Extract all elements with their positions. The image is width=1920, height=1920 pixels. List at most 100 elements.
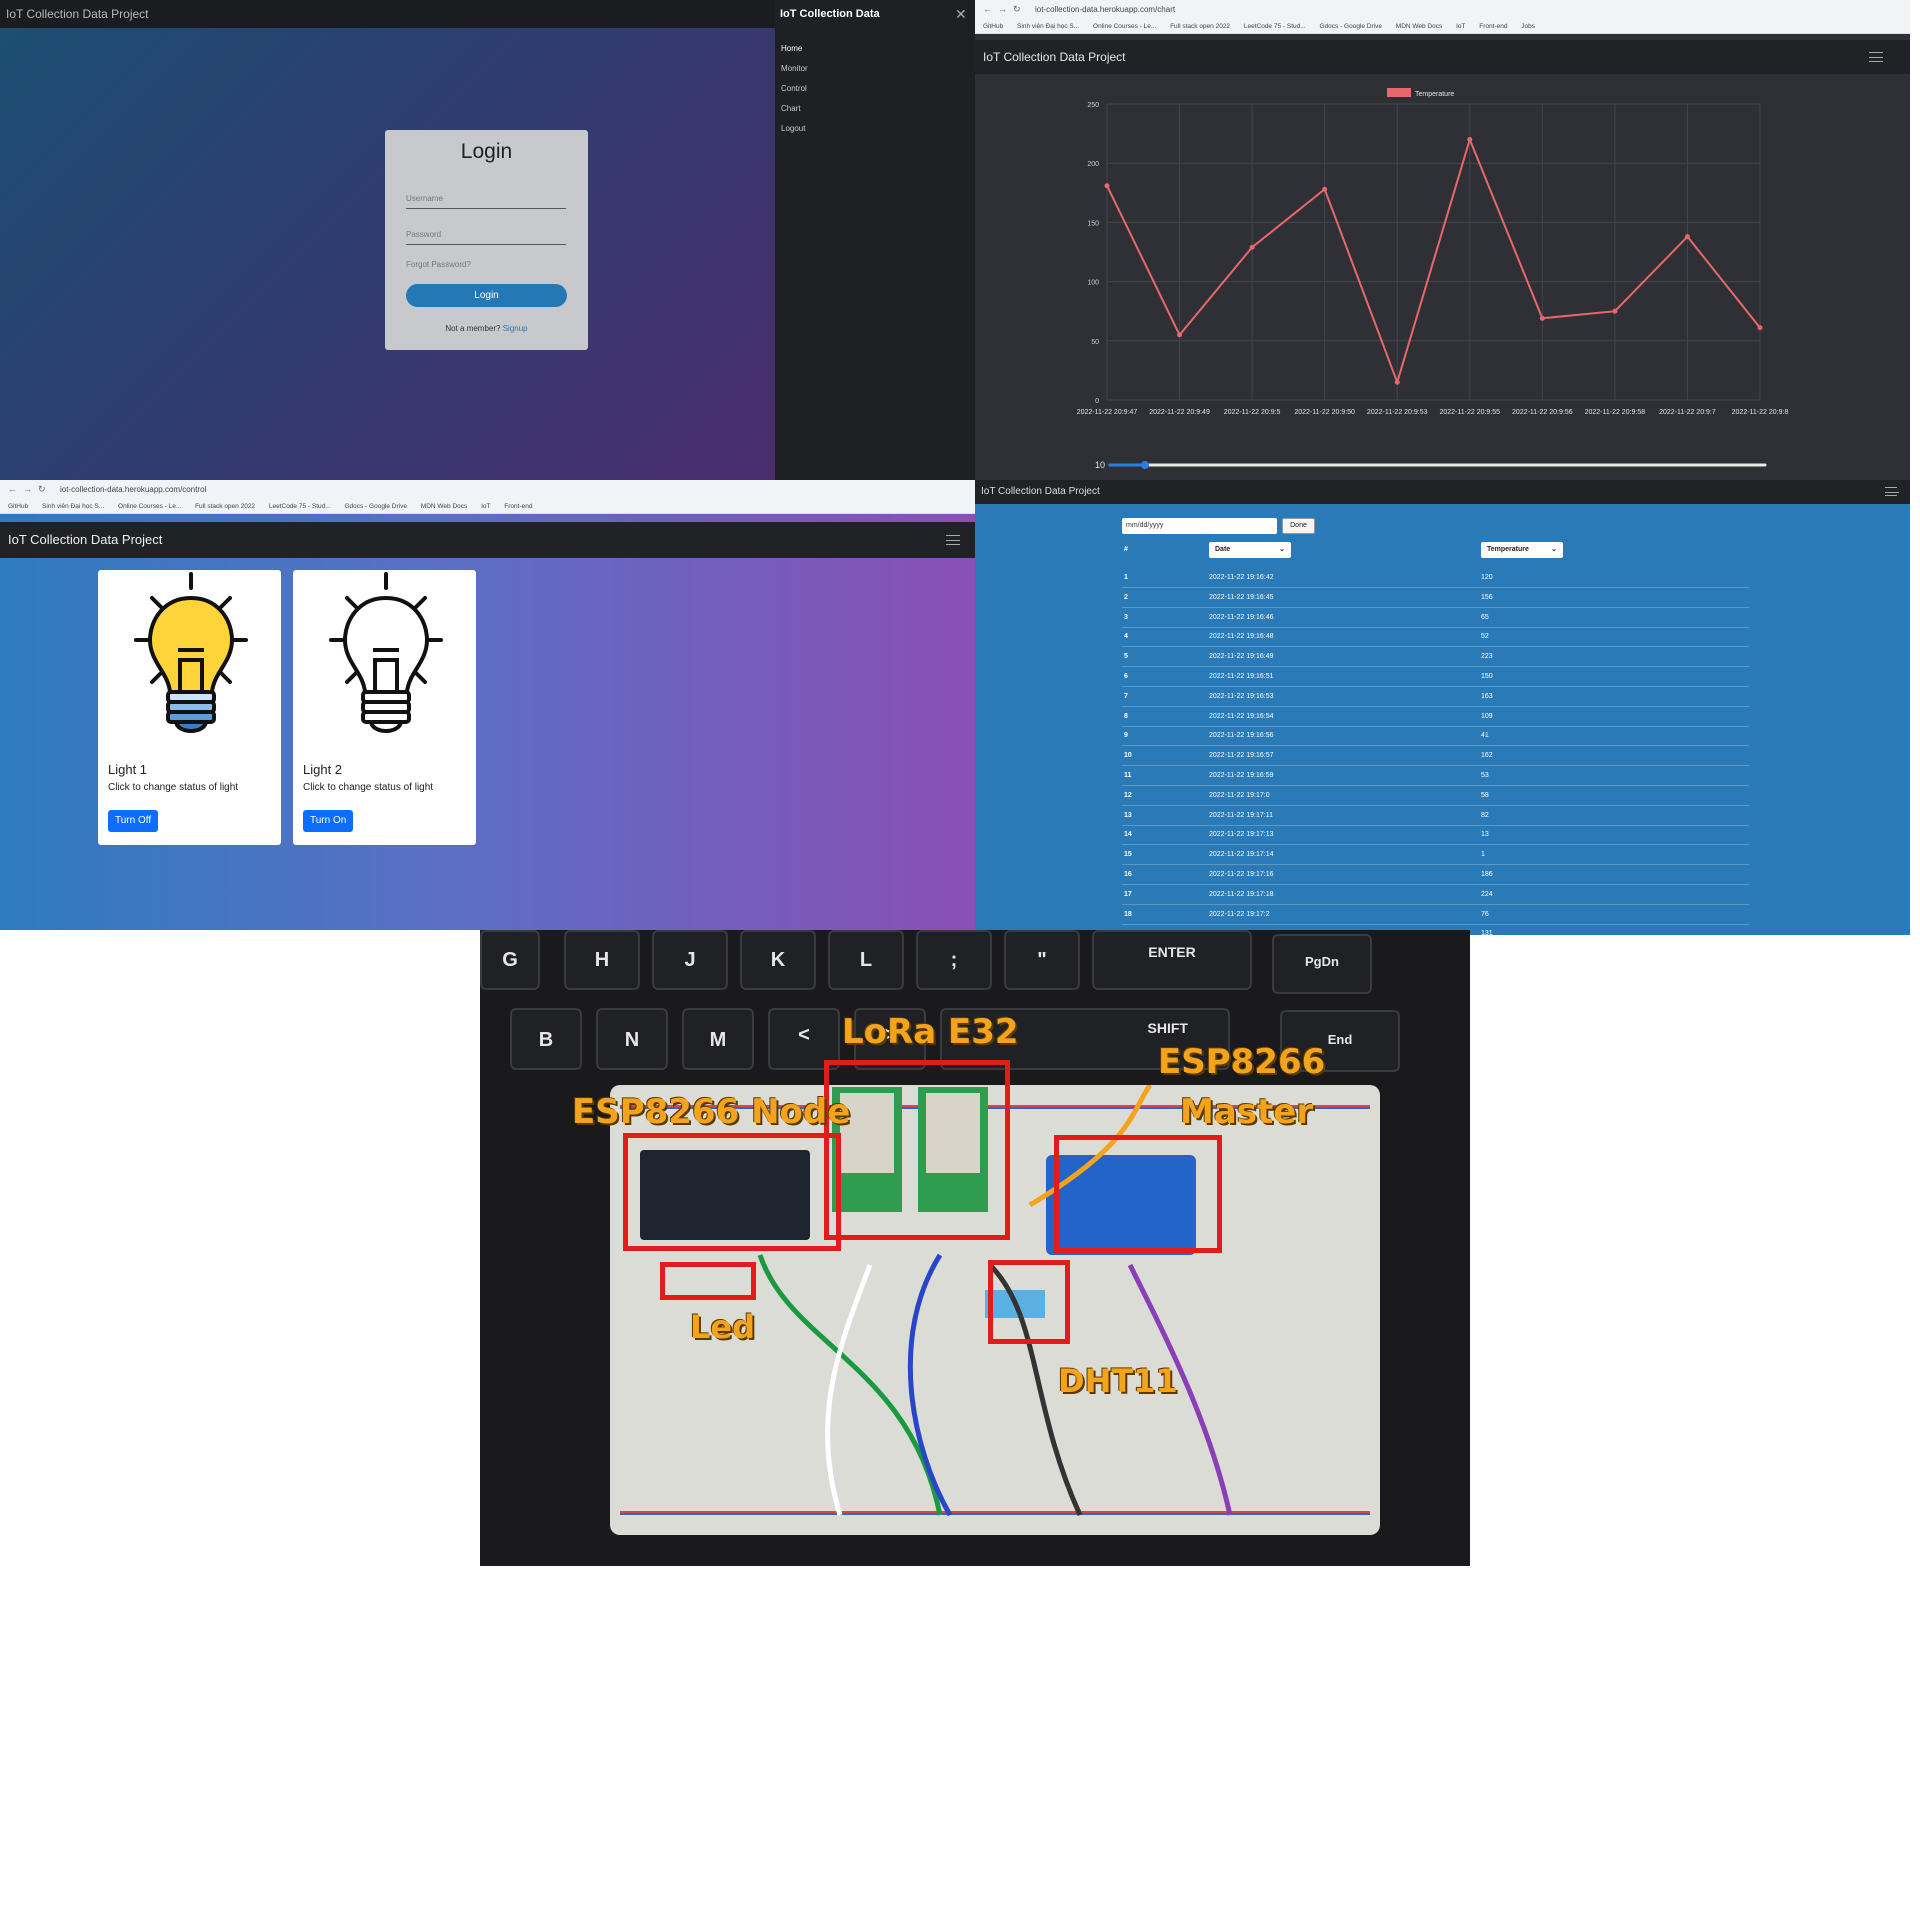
browser-toolbar: ←→↻ iot-collection-data.herokuapp.com/co…	[0, 480, 975, 500]
app-title: IoT Collection Data Project	[981, 486, 1100, 497]
menu-icon[interactable]	[946, 535, 960, 545]
row-temperature: 163	[1481, 692, 1493, 700]
row-index: 18	[1124, 910, 1132, 918]
table-row: 11 2022-11-22 19:16:59 53	[1122, 766, 1749, 786]
app-title: IoT Collection Data Project	[983, 50, 1126, 64]
bookmark-item[interactable]: Jobs	[1521, 23, 1535, 30]
bookmark-item[interactable]: MDN Web Docs	[1396, 23, 1442, 30]
bookmark-item[interactable]: Online Courses - Le...	[1093, 23, 1156, 30]
row-index: 10	[1124, 752, 1132, 760]
bookmark-item[interactable]: LeetCode 75 - Stud...	[269, 503, 331, 510]
bookmark-item[interactable]: Full stack open 2022	[195, 503, 255, 510]
date-input[interactable]: mm/dd/yyyy	[1122, 518, 1277, 534]
row-temperature: 131	[1481, 930, 1493, 935]
row-temperature: 41	[1481, 732, 1489, 740]
row-date: 2022-11-22 19:17:18	[1209, 890, 1274, 898]
bookmark-item[interactable]: Sinh viên Đại học S...	[42, 503, 104, 510]
esp8266-node-highlight	[623, 1133, 841, 1251]
row-temperature: 76	[1481, 910, 1489, 918]
menu-icon[interactable]	[1869, 52, 1883, 62]
keyboard-key: L	[828, 930, 904, 990]
light-1-description: Click to change status of light	[108, 782, 239, 793]
keyboard-key: N	[596, 1008, 668, 1070]
bookmark-item[interactable]: Sinh viên Đại học S...	[1017, 23, 1079, 30]
username-input[interactable]: Username	[406, 194, 566, 209]
address-bar[interactable]: iot-collection-data.herokuapp.com/contro…	[60, 483, 975, 497]
temperature-sort-select[interactable]: Temperature ⌄	[1481, 542, 1563, 558]
menu-icon[interactable]	[1885, 487, 1899, 496]
drawer-item-control[interactable]: Control	[781, 84, 807, 93]
bookmark-item[interactable]: Gdocs - Google Drive	[344, 503, 407, 510]
bookmark-item[interactable]: IoT	[481, 503, 490, 510]
browser-nav-icons[interactable]: ←→↻	[8, 484, 52, 495]
turn-off-button[interactable]: Turn Off	[108, 810, 159, 832]
y-tick-label: 0	[1095, 398, 1099, 405]
close-icon[interactable]: ✕	[955, 6, 967, 23]
table-row: 10 2022-11-22 19:16:57 162	[1122, 746, 1749, 767]
y-tick-label: 150	[1087, 220, 1099, 227]
bookmark-item[interactable]: Full stack open 2022	[1170, 23, 1230, 30]
led-highlight	[660, 1262, 756, 1300]
bookmark-item[interactable]: GitHub	[983, 23, 1003, 30]
row-temperature: 1	[1481, 851, 1485, 859]
row-date: 2022-11-22 19:17:14	[1209, 851, 1274, 859]
esp-master-label-1: ESP8266	[1158, 1042, 1326, 1082]
row-index: 12	[1124, 791, 1132, 799]
row-temperature: 58	[1481, 791, 1489, 799]
date-sort-select[interactable]: Date ⌄	[1209, 542, 1291, 558]
login-button[interactable]: Login	[406, 284, 567, 307]
password-input[interactable]: Password	[406, 230, 566, 245]
row-index: 9	[1124, 732, 1128, 740]
done-button[interactable]: Done	[1282, 518, 1315, 534]
app-header: IoT Collection Data Project	[975, 40, 1910, 74]
bookmark-item[interactable]: LeetCode 75 - Stud...	[1244, 23, 1306, 30]
row-temperature: 13	[1481, 831, 1489, 839]
bookmark-item[interactable]: IoT	[1456, 23, 1465, 30]
table-row: 12 2022-11-22 19:17:0 58	[1122, 786, 1749, 806]
drawer-item-monitor[interactable]: Monitor	[781, 64, 808, 73]
row-index: 16	[1124, 871, 1132, 878]
row-date: 2022-11-22 19:17:0	[1209, 791, 1270, 799]
x-tick-label: 2022-11-22 20:9:47	[1077, 409, 1138, 416]
row-date: 2022-11-22 19:16:45	[1209, 593, 1274, 601]
browser-nav-icons[interactable]: ←→↻	[983, 4, 1027, 15]
drawer-item-logout[interactable]: Logout	[781, 124, 805, 133]
app-topbar-title: IoT Collection Data Project	[0, 0, 775, 28]
temperature-series-line	[1106, 136, 1761, 386]
forgot-password-link[interactable]: Forgot Password?	[406, 260, 566, 274]
chevron-down-icon: ⌄	[1279, 546, 1285, 553]
table-row: 16 2022-11-22 19:17:16 186	[1122, 865, 1749, 885]
signup-link[interactable]: Signup	[503, 324, 528, 333]
drawer-item-home[interactable]: Home	[781, 44, 802, 53]
table-row: 18 2022-11-22 19:17:2 76	[1122, 905, 1749, 925]
keyboard-key: K	[740, 930, 816, 990]
x-tick-label: 2022-11-22 20:9:5	[1224, 409, 1281, 416]
table-row: 7 2022-11-22 19:16:53 163	[1122, 687, 1749, 707]
table-row: 8 2022-11-22 19:16:54 109	[1122, 707, 1749, 727]
row-date: 2022-11-22 19:16:49	[1209, 653, 1274, 661]
data-point	[1104, 183, 1110, 189]
lora-label: LoRa E32	[842, 1012, 1019, 1052]
row-temperature: 156	[1481, 593, 1493, 601]
hardware-photo: G H J K L ; " ENTER PgDn B N M < > SHIFT…	[480, 930, 1470, 1566]
address-bar[interactable]: iot-collection-data.herokuapp.com/chart	[1035, 3, 1910, 17]
browser-toolbar: ←→↻ iot-collection-data.herokuapp.com/ch…	[975, 0, 1910, 20]
row-temperature: 120	[1481, 574, 1493, 581]
range-slider-thumb[interactable]	[1141, 461, 1149, 469]
bookmark-item[interactable]: Gdocs - Google Drive	[1319, 23, 1382, 30]
table-row: 6 2022-11-22 19:16:51 150	[1122, 667, 1749, 687]
data-point	[1539, 315, 1545, 321]
row-temperature: 162	[1481, 752, 1493, 760]
row-index: 2	[1124, 593, 1128, 601]
bookmark-item[interactable]: GitHub	[8, 503, 28, 510]
nav-drawer: IoT Collection Data ✕ Home Monitor Contr…	[775, 0, 975, 480]
bookmark-item[interactable]: MDN Web Docs	[421, 503, 467, 510]
bookmark-item[interactable]: Front-end	[1479, 23, 1507, 30]
bookmark-item[interactable]: Front-end	[504, 503, 532, 510]
row-date: 2022-11-22 19:17:11	[1209, 811, 1273, 819]
login-heading: Login	[460, 140, 513, 163]
turn-on-button[interactable]: Turn On	[303, 810, 354, 832]
app-header: IoT Collection Data Project	[975, 480, 1910, 504]
bookmark-item[interactable]: Online Courses - Le...	[118, 503, 181, 510]
drawer-item-chart[interactable]: Chart	[781, 104, 801, 113]
